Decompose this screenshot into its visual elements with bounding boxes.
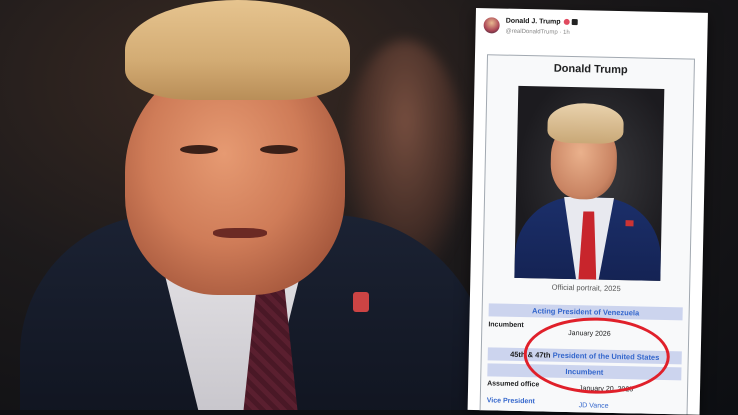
assumed-office-label: Assumed office [487,380,540,389]
red-annotation-circle [522,316,671,396]
flag-pin [353,292,369,312]
incumbent-label: Incumbent [488,321,524,330]
post-screenshot-card: Donald J. Trump @realDonaldTrump · 1h Do… [467,8,708,415]
post-author[interactable]: Donald J. Trump [506,18,578,27]
post-handle: @realDonaldTrump · 1h [505,28,570,36]
right-eye [260,145,298,154]
office-link-venezuela[interactable]: Acting President of Venezuela [532,306,639,317]
portrait-flag-pin [625,220,634,227]
portrait-caption: Official portrait, 2025 [551,282,621,294]
vice-president-label[interactable]: Vice President [487,397,535,405]
left-eye [180,145,218,154]
app-icon [571,19,578,26]
avatar[interactable] [483,17,500,34]
official-portrait-image[interactable] [514,85,665,281]
vice-president-value[interactable]: JD Vance [579,402,609,410]
mouth [213,228,267,238]
wikipedia-infobox: Donald Trump Official portrait, 2025 Act… [479,54,695,415]
verified-badge-icon [563,18,570,25]
post-header: Donald J. Trump @realDonaldTrump · 1h [475,8,708,49]
infobox-title: Donald Trump [553,62,628,77]
portrait-hair [547,102,625,145]
hair [125,0,350,100]
author-name[interactable]: Donald J. Trump [506,18,561,26]
